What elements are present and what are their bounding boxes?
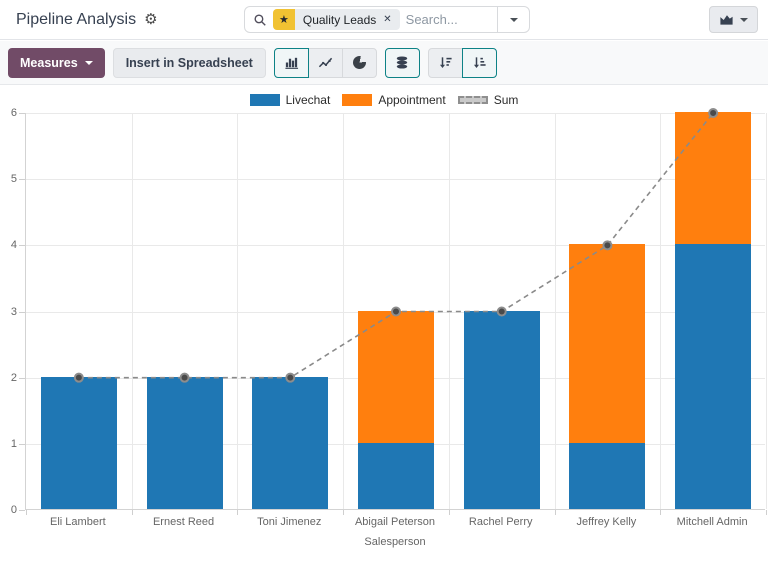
legend-label: Livechat bbox=[286, 93, 331, 107]
y-tick-label: 0 bbox=[11, 504, 17, 516]
area-chart-icon bbox=[719, 12, 734, 27]
x-tick-mark bbox=[26, 510, 27, 515]
chevron-down-icon bbox=[85, 61, 93, 65]
sum-line bbox=[26, 113, 766, 510]
sum-point bbox=[498, 308, 506, 316]
x-tick-label: Mitchell Admin bbox=[659, 516, 765, 528]
sum-point bbox=[709, 109, 717, 117]
measures-label: Measures bbox=[20, 56, 78, 70]
sum-point bbox=[286, 374, 294, 382]
sum-point bbox=[392, 308, 400, 316]
x-tick-label: Abigail Peterson bbox=[342, 516, 448, 528]
database-stacked-icon bbox=[395, 55, 409, 70]
gridline bbox=[766, 113, 767, 509]
sum-point bbox=[603, 241, 611, 249]
x-tick-mark bbox=[660, 510, 661, 515]
settings-gear-icon[interactable]: ⚙ bbox=[144, 12, 157, 27]
y-tick-label: 4 bbox=[11, 239, 17, 251]
x-tick-mark bbox=[132, 510, 133, 515]
y-tick-label: 2 bbox=[11, 372, 17, 384]
x-tick-label: Toni Jimenez bbox=[236, 516, 342, 528]
favorite-star-icon: ★ bbox=[273, 9, 295, 30]
y-axis-labels: 0123456 bbox=[0, 113, 19, 510]
bar-chart-button[interactable] bbox=[274, 48, 309, 78]
search-icon bbox=[253, 13, 267, 27]
legend-item-appointment[interactable]: Appointment bbox=[342, 93, 445, 107]
sort-descending-button[interactable] bbox=[428, 48, 463, 78]
x-tick-label: Jeffrey Kelly bbox=[554, 516, 660, 528]
legend-swatch bbox=[342, 94, 372, 106]
sort-group bbox=[428, 48, 497, 78]
top-bar: Pipeline Analysis ⚙ ★ Quality Leads ✕ bbox=[0, 0, 768, 40]
view-switcher-button[interactable] bbox=[709, 6, 758, 33]
line-chart-icon bbox=[318, 55, 333, 70]
y-tick-label: 1 bbox=[11, 438, 17, 450]
facet-label: Quality Leads bbox=[303, 13, 376, 27]
pie-chart-button[interactable] bbox=[342, 48, 377, 78]
y-tick-mark bbox=[19, 378, 25, 379]
legend-label: Sum bbox=[494, 93, 519, 107]
y-tick-mark bbox=[19, 510, 25, 511]
filter-facet[interactable]: ★ Quality Leads ✕ bbox=[273, 9, 400, 30]
x-axis-labels: Eli LambertErnest ReedToni JimenezAbigai… bbox=[25, 516, 765, 530]
page-title: Pipeline Analysis bbox=[16, 11, 136, 29]
legend-item-livechat[interactable]: Livechat bbox=[250, 93, 331, 107]
sort-amount-asc-icon bbox=[472, 55, 487, 70]
search-dropdown-toggle[interactable] bbox=[497, 7, 529, 32]
legend-swatch bbox=[458, 96, 488, 104]
facet-remove-icon[interactable]: ✕ bbox=[383, 14, 391, 25]
x-tick-label: Ernest Reed bbox=[131, 516, 237, 528]
x-tick-mark bbox=[766, 510, 767, 515]
y-tick-label: 6 bbox=[11, 107, 17, 119]
sort-ascending-button[interactable] bbox=[462, 48, 497, 78]
chevron-down-icon bbox=[510, 18, 518, 22]
x-tick-mark bbox=[449, 510, 450, 515]
legend-swatch bbox=[250, 94, 280, 106]
y-tick-mark bbox=[19, 312, 25, 313]
x-tick-mark bbox=[343, 510, 344, 515]
stacked-button[interactable] bbox=[385, 48, 420, 78]
plot-area bbox=[25, 113, 765, 510]
y-tick-mark bbox=[19, 179, 25, 180]
x-tick-mark bbox=[237, 510, 238, 515]
legend-item-sum[interactable]: Sum bbox=[458, 93, 519, 107]
sort-amount-desc-icon bbox=[438, 55, 453, 70]
pie-chart-icon bbox=[353, 56, 366, 69]
search-bar[interactable]: ★ Quality Leads ✕ bbox=[244, 6, 530, 33]
y-tick-mark bbox=[19, 113, 25, 114]
chevron-down-icon bbox=[740, 18, 748, 22]
chart-area: Livechat Appointment Sum 0 1 2 3 4 5 6 Eli Lambe… bbox=[0, 85, 768, 564]
y-tick-label: 5 bbox=[11, 173, 17, 185]
chart-type-group bbox=[274, 48, 377, 78]
x-axis-title: Salesperson bbox=[25, 536, 765, 548]
x-tick-label: Eli Lambert bbox=[25, 516, 131, 528]
pipeline-analysis-page: Pipeline Analysis ⚙ ★ Quality Leads ✕ bbox=[0, 0, 768, 564]
x-tick-mark bbox=[555, 510, 556, 515]
bar-chart-icon bbox=[284, 55, 299, 70]
y-tick-mark bbox=[19, 245, 25, 246]
x-tick-label: Rachel Perry bbox=[448, 516, 554, 528]
control-panel: Measures Insert in Spreadsheet bbox=[0, 41, 768, 85]
search-input[interactable] bbox=[400, 12, 497, 27]
sum-point bbox=[75, 374, 83, 382]
sum-point bbox=[181, 374, 189, 382]
line-chart-button[interactable] bbox=[308, 48, 343, 78]
y-tick-label: 3 bbox=[11, 306, 17, 318]
insert-in-spreadsheet-button[interactable]: Insert in Spreadsheet bbox=[113, 48, 266, 78]
measures-button[interactable]: Measures bbox=[8, 48, 105, 78]
legend-label: Appointment bbox=[378, 93, 445, 107]
y-tick-mark bbox=[19, 444, 25, 445]
chart-legend: Livechat Appointment Sum bbox=[0, 93, 768, 107]
